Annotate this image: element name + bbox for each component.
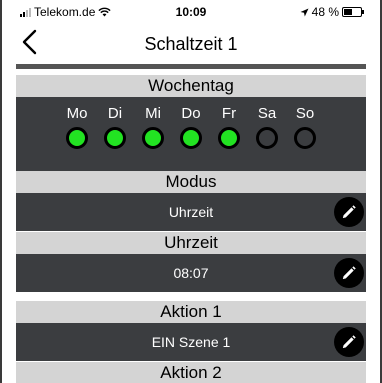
weekday-toggle-off[interactable] bbox=[294, 127, 316, 149]
weekday-item-fr[interactable]: Fr bbox=[211, 105, 247, 149]
pencil-icon bbox=[341, 333, 358, 350]
weekday-toggle-on[interactable] bbox=[66, 127, 88, 149]
status-bar: Telekom.de 10:09 48 % bbox=[16, 0, 366, 22]
weekday-label: Mi bbox=[145, 105, 161, 122]
screen: Telekom.de 10:09 48 % Schaltzeit 1 Woche… bbox=[16, 0, 366, 383]
edit-aktion1-button[interactable] bbox=[334, 327, 364, 357]
weekday-label: Di bbox=[107, 105, 123, 122]
weekday-label: So bbox=[295, 105, 315, 122]
uhrzeit-value: 08:07 bbox=[173, 265, 209, 281]
location-arrow-icon bbox=[300, 8, 309, 16]
weekday-panel: Mo Di Mi Do Fr Sa So bbox=[16, 97, 366, 171]
battery-percent: 48 % bbox=[311, 5, 339, 19]
modus-row[interactable]: Uhrzeit bbox=[16, 193, 366, 231]
battery-icon bbox=[342, 7, 364, 17]
page-title: Schaltzeit 1 bbox=[144, 34, 238, 54]
weekday-toggle-on[interactable] bbox=[104, 127, 126, 149]
aktion2-header: Aktion 2 bbox=[16, 362, 366, 383]
edit-modus-button[interactable] bbox=[334, 197, 364, 227]
weekday-item-mo[interactable]: Mo bbox=[59, 105, 95, 149]
weekday-label: Sa bbox=[257, 105, 277, 122]
pencil-icon bbox=[341, 264, 358, 281]
uhrzeit-row[interactable]: 08:07 bbox=[16, 254, 366, 292]
weekday-toggle-off[interactable] bbox=[256, 127, 278, 149]
weekday-item-so[interactable]: So bbox=[287, 105, 323, 149]
aktion1-row[interactable]: EIN Szene 1 bbox=[16, 323, 366, 361]
status-right: 48 % bbox=[300, 5, 364, 19]
edit-uhrzeit-button[interactable] bbox=[334, 258, 364, 288]
weekday-toggle-on[interactable] bbox=[180, 127, 202, 149]
nav-divider bbox=[16, 64, 366, 69]
weekday-item-sa[interactable]: Sa bbox=[249, 105, 285, 149]
navigation-bar: Schaltzeit 1 bbox=[16, 22, 366, 64]
weekday-label: Fr bbox=[221, 105, 237, 122]
uhrzeit-header: Uhrzeit bbox=[16, 232, 366, 254]
aktion1-header: Aktion 1 bbox=[16, 301, 366, 323]
weekday-toggle-on[interactable] bbox=[142, 127, 164, 149]
weekday-item-mi[interactable]: Mi bbox=[135, 105, 171, 149]
weekday-item-do[interactable]: Do bbox=[173, 105, 209, 149]
battery-fill bbox=[344, 9, 352, 15]
modus-header: Modus bbox=[16, 171, 366, 193]
weekday-label: Mo bbox=[66, 105, 88, 122]
weekday-toggle-on[interactable] bbox=[218, 127, 240, 149]
modus-value: Uhrzeit bbox=[168, 204, 214, 220]
weekday-header: Wochentag bbox=[16, 75, 366, 97]
weekday-label: Do bbox=[181, 105, 201, 122]
phone-frame: Telekom.de 10:09 48 % Schaltzeit 1 Woche… bbox=[0, 0, 382, 383]
weekday-item-di[interactable]: Di bbox=[97, 105, 133, 149]
aktion1-value: EIN Szene 1 bbox=[151, 334, 231, 350]
weekday-list: Mo Di Mi Do Fr Sa So bbox=[16, 97, 366, 149]
pencil-icon bbox=[341, 203, 358, 220]
